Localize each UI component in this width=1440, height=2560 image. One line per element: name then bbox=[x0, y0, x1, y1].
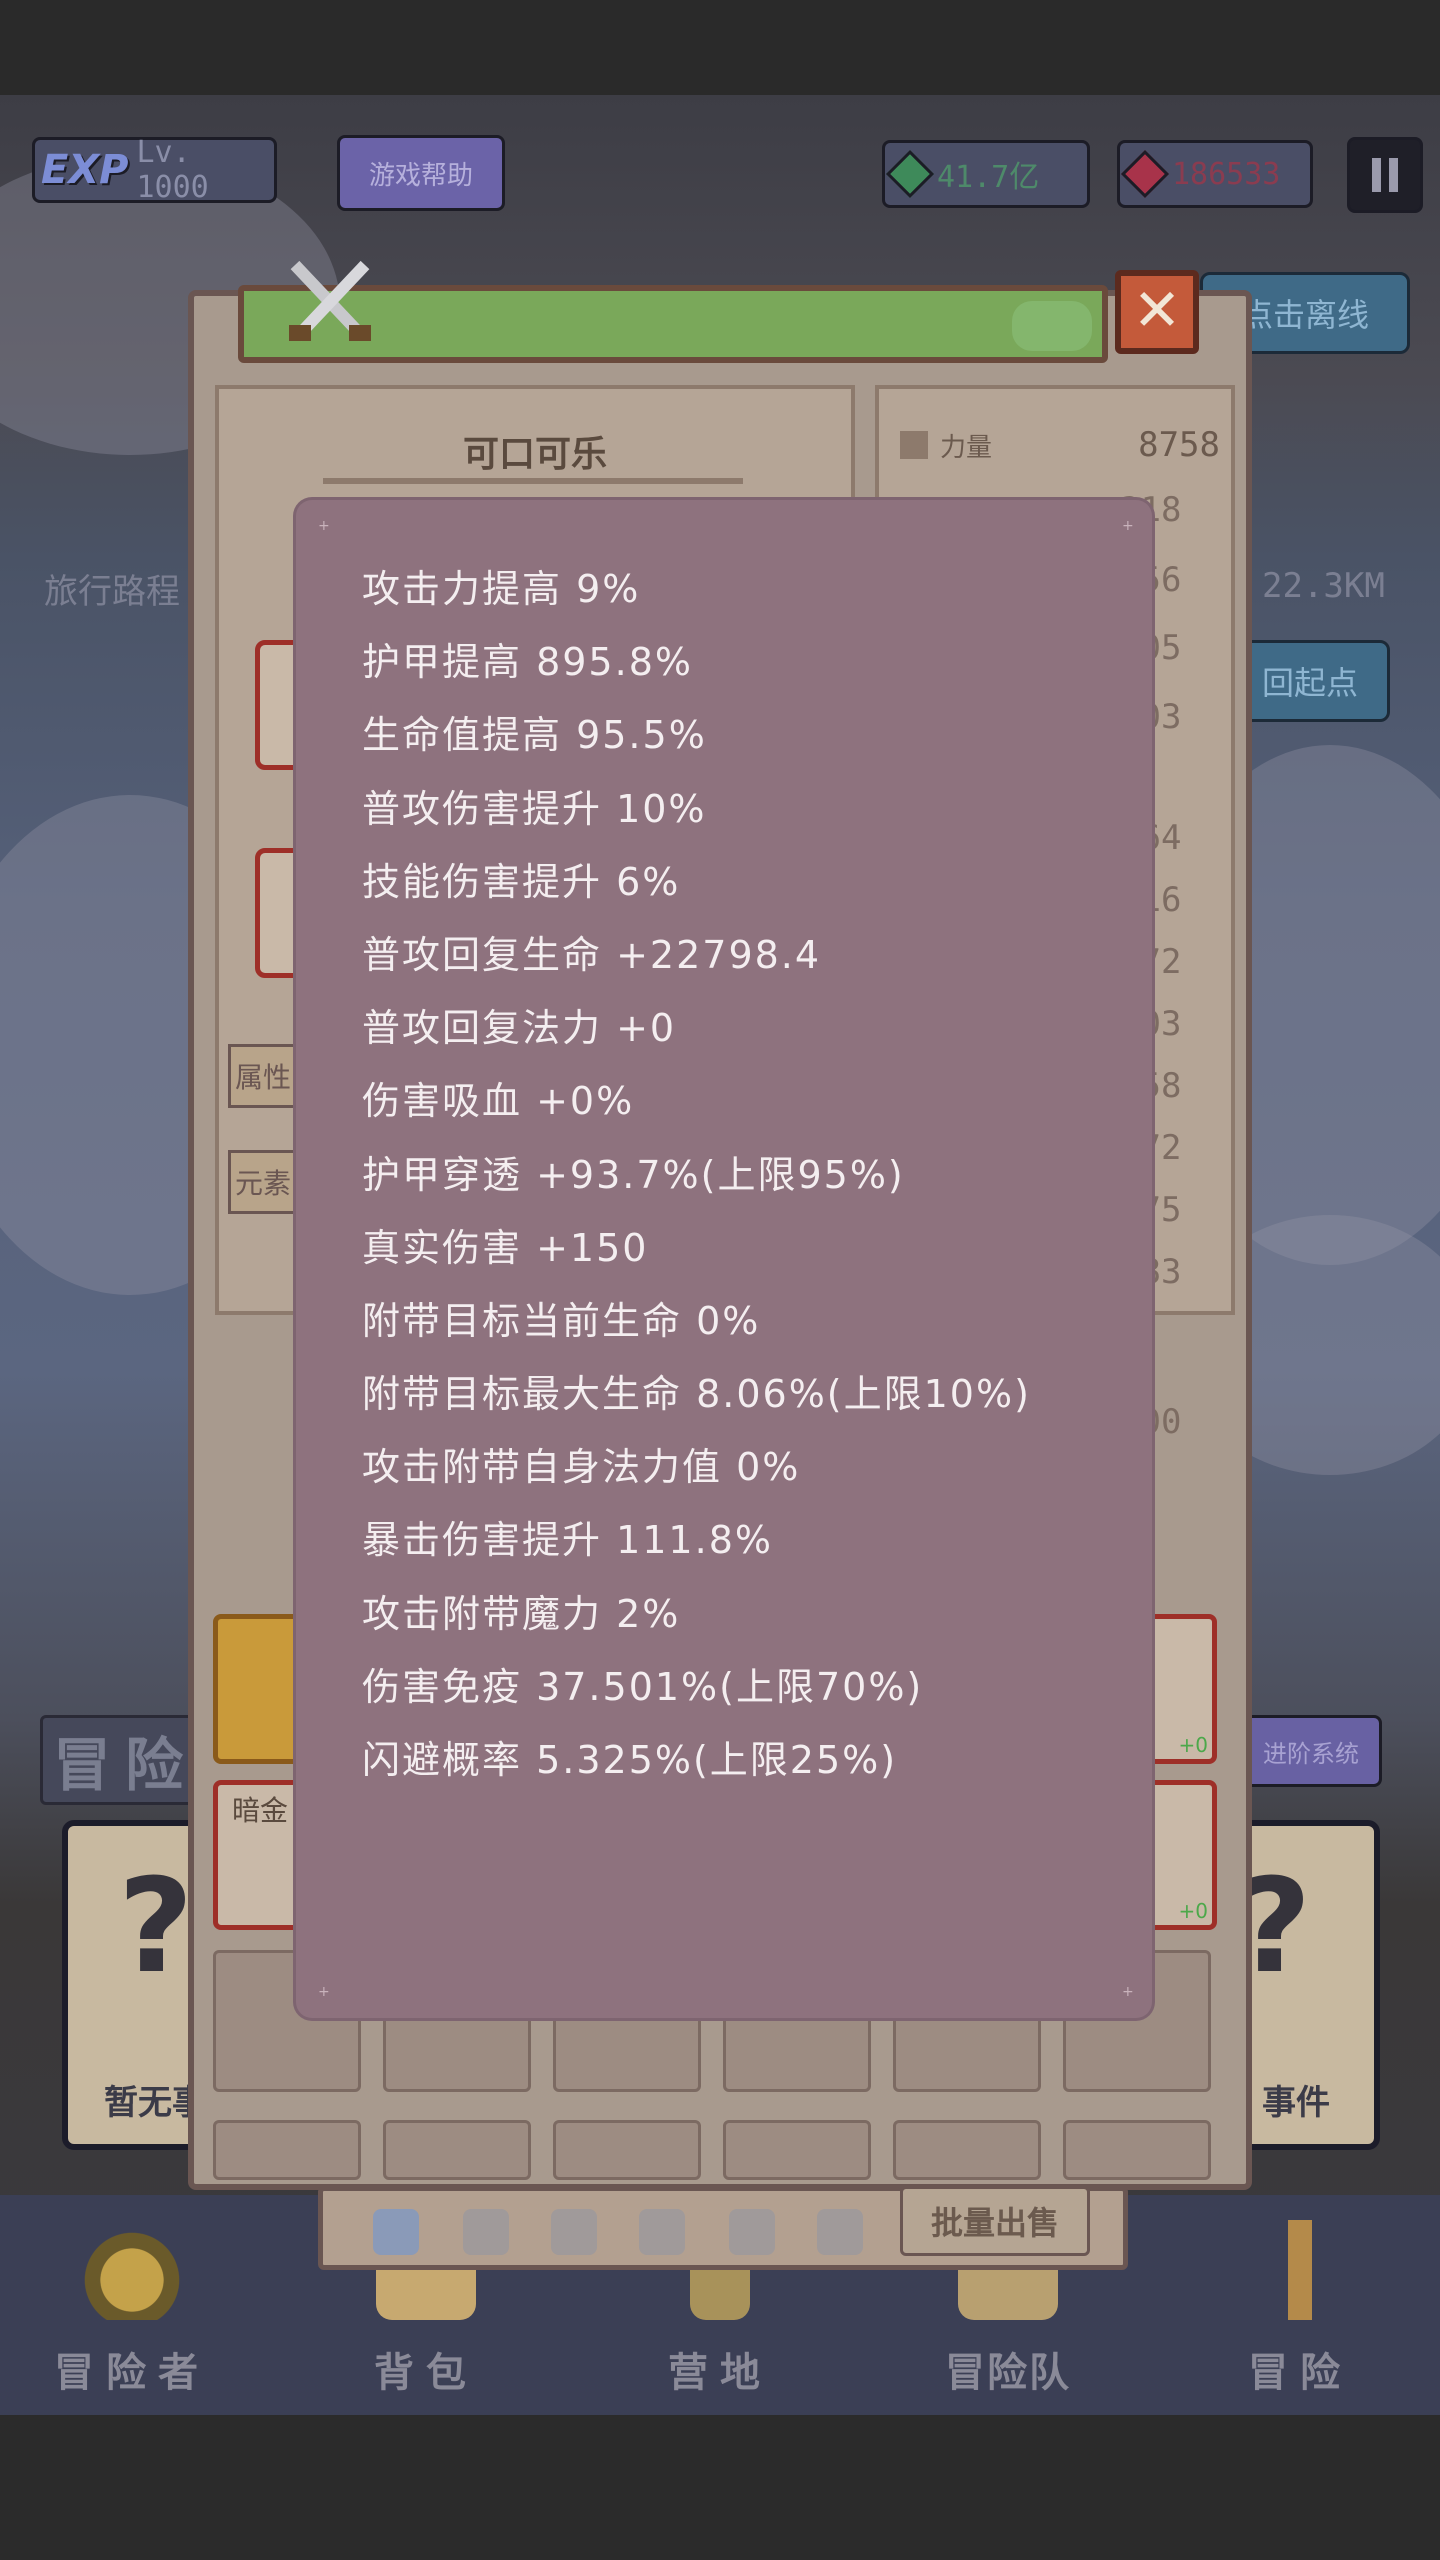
nav-adventurer[interactable]: 冒险者 bbox=[42, 2220, 222, 2400]
tab-ring-icon[interactable] bbox=[817, 2209, 863, 2255]
tooltip-line: 普攻伤害提升 10% bbox=[362, 786, 707, 831]
tab-elements-label: 元素 bbox=[234, 1167, 291, 1200]
helmet-icon bbox=[82, 2220, 182, 2320]
header-glint bbox=[1012, 301, 1092, 351]
tooltip-line: 附带目标当前生命 0% bbox=[362, 1298, 761, 1343]
name-underline bbox=[323, 478, 743, 484]
tab-sword-icon[interactable] bbox=[373, 2209, 419, 2255]
tooltip-line: 生命值提高 95.5% bbox=[362, 713, 707, 758]
stats-tooltip: + + + + 攻击力提高 9% 护甲提高 895.8% 生命值提高 95.5%… bbox=[296, 500, 1152, 2018]
character-name: 可口可乐 bbox=[462, 434, 607, 475]
tooltip-line: 攻击附带魔力 2% bbox=[362, 1591, 681, 1636]
bottom-system-bar bbox=[0, 2415, 1440, 2560]
pause-icon-bar bbox=[1389, 158, 1398, 192]
pause-button[interactable] bbox=[1347, 137, 1423, 213]
travel-distance: 22.3KM bbox=[1262, 566, 1385, 606]
tooltip-line: 伤害免疫 37.501%(上限70%) bbox=[362, 1664, 924, 1709]
advance-label: 进阶系统 bbox=[1263, 1739, 1359, 1768]
emerald-icon bbox=[885, 149, 935, 199]
ruby-icon bbox=[1120, 149, 1170, 199]
level-text: Lv. 1000 bbox=[136, 135, 209, 205]
tooltip-line: 暴击伤害提升 111.8% bbox=[362, 1518, 773, 1563]
tooltip-lines: 攻击力提高 9% 护甲提高 895.8% 生命值提高 95.5% 普攻伤害提升 … bbox=[362, 558, 1031, 1802]
gold-counter: 41.7亿 bbox=[882, 140, 1090, 208]
tooltip-line: 闪避概率 5.325%(上限25%) bbox=[362, 1738, 898, 1782]
help-label: 游戏帮助 bbox=[368, 160, 473, 191]
close-icon: ✕ bbox=[1132, 276, 1182, 344]
item-plus: +0 bbox=[1178, 1733, 1208, 1757]
exp-logo: EXP bbox=[41, 147, 129, 193]
stat-label: 力量 bbox=[900, 427, 992, 464]
tooltip-line: 攻击附带自身法力值 0% bbox=[362, 1445, 801, 1490]
tooltip-line: 真实伤害 +150 bbox=[362, 1225, 649, 1270]
exp-level-box: EXP Lv. 1000 bbox=[32, 135, 277, 205]
advance-system-button[interactable]: 进阶系统 bbox=[1240, 1715, 1382, 1787]
tab-elements[interactable]: 元素 bbox=[228, 1150, 298, 1214]
question-mark-icon: ? bbox=[1236, 1850, 1312, 2002]
pause-icon bbox=[1372, 158, 1381, 192]
close-button[interactable]: ✕ bbox=[1115, 270, 1199, 354]
stat-row: 力量 8758 bbox=[900, 420, 1220, 470]
tooltip-line: 攻击力提高 9% bbox=[362, 567, 641, 611]
inventory-cell[interactable] bbox=[553, 2120, 701, 2180]
item-name: 暗金 bbox=[232, 1794, 289, 1827]
gem-value: 186533 bbox=[1172, 156, 1281, 192]
stat-value: 8758 bbox=[1138, 425, 1220, 465]
top-status-bar bbox=[0, 0, 1440, 95]
tooltip-line: 普攻回复生命 +22798.4 bbox=[362, 932, 822, 977]
tooltip-line: 附带目标最大生命 8.06%(上限10%) bbox=[362, 1372, 1031, 1417]
gold-value: 41.7亿 bbox=[937, 160, 1040, 195]
sword-icon bbox=[1250, 2220, 1350, 2320]
inventory-cell[interactable] bbox=[723, 2120, 871, 2180]
return-label: 回起点 bbox=[1261, 664, 1358, 702]
tooltip-line: 伤害吸血 +0% bbox=[362, 1079, 635, 1124]
stat-label-text: 力量 bbox=[940, 432, 993, 463]
tooltip-corner: + bbox=[318, 1984, 330, 2000]
tooltip-line: 护甲穿透 +93.7%(上限95%) bbox=[362, 1152, 905, 1197]
tab-pants-icon[interactable] bbox=[729, 2209, 775, 2255]
nav-label: 冒险队 bbox=[945, 2350, 1071, 2396]
tooltip-corner: + bbox=[1122, 518, 1134, 534]
travel-label: 旅行路程 bbox=[44, 572, 180, 612]
tab-armor-icon[interactable] bbox=[639, 2209, 685, 2255]
crossed-swords-icon bbox=[289, 260, 371, 342]
tab-attributes[interactable]: 属性 bbox=[228, 1044, 298, 1108]
offline-label: 点击离线 bbox=[1240, 296, 1369, 334]
tab-helmet-icon[interactable] bbox=[551, 2209, 597, 2255]
tab-shield-icon[interactable] bbox=[463, 2209, 509, 2255]
tooltip-line: 技能伤害提升 6% bbox=[362, 859, 681, 904]
nav-label: 冒险者 bbox=[54, 2350, 210, 2396]
strength-icon bbox=[900, 431, 928, 459]
nav-adventure[interactable]: 冒险 bbox=[1210, 2220, 1390, 2400]
inventory-cell[interactable] bbox=[1063, 2120, 1211, 2180]
inventory-cell[interactable] bbox=[893, 2120, 1041, 2180]
inventory-cell[interactable] bbox=[213, 2120, 361, 2180]
tooltip-line: 普攻回复法力 +0 bbox=[362, 1006, 677, 1051]
batch-sell-button[interactable]: 批量出售 bbox=[900, 2186, 1090, 2256]
tooltip-corner: + bbox=[1122, 1984, 1134, 2000]
adventure-title: 冒险 bbox=[40, 1715, 211, 1805]
batch-sell-label: 批量出售 bbox=[930, 2204, 1059, 2242]
tooltip-line: 护甲提高 895.8% bbox=[362, 640, 693, 685]
item-plus: +0 bbox=[1178, 1899, 1208, 1923]
inventory-cell[interactable] bbox=[383, 2120, 531, 2180]
nav-label: 营地 bbox=[668, 2350, 772, 2396]
game-help-button[interactable]: 游戏帮助 bbox=[337, 135, 505, 211]
tooltip-corner: + bbox=[318, 518, 330, 534]
gem-counter: 186533 bbox=[1117, 140, 1313, 208]
nav-label: 背包 bbox=[374, 2350, 478, 2396]
tab-attributes-label: 属性 bbox=[234, 1061, 291, 1094]
event-right-label: 事件 bbox=[1262, 2083, 1330, 2123]
nav-label: 冒险 bbox=[1248, 2350, 1352, 2396]
